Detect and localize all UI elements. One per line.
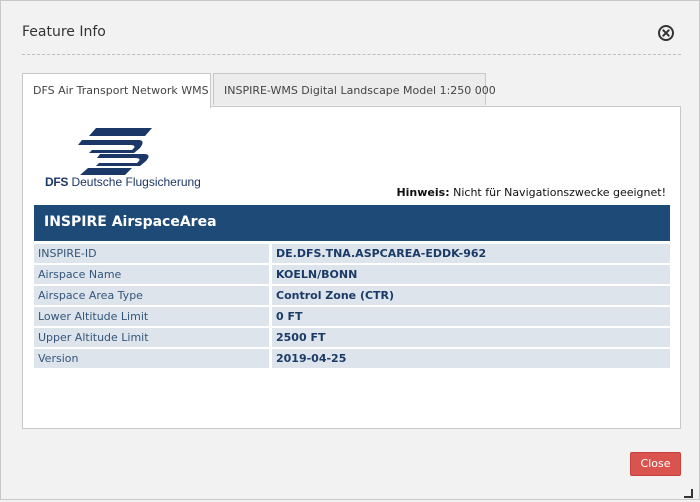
table-row: Upper Altitude Limit 2500 FT: [34, 328, 670, 347]
attribute-value: DE.DFS.TNA.ASPCAREA-EDDK-962: [272, 244, 670, 263]
attribute-value: Control Zone (CTR): [272, 286, 670, 305]
close-circle-icon[interactable]: [658, 25, 674, 41]
attribute-key: Upper Altitude Limit: [34, 328, 272, 347]
attribute-key: INSPIRE-ID: [34, 244, 272, 263]
tab-inspire-landscape-model[interactable]: INSPIRE-WMS Digital Landscape Model 1:25…: [213, 73, 496, 105]
tab-dfs-air-transport[interactable]: DFS Air Transport Network WMS: [22, 73, 211, 108]
attribute-value: 2500 FT: [272, 328, 670, 347]
attribute-value: 0 FT: [272, 307, 670, 326]
feature-info-dialog: Feature Info DFS Air Transport Network W…: [0, 0, 700, 500]
header-divider: [22, 54, 681, 55]
navigation-hint: Hinweis: Nicht für Navigationszwecke gee…: [396, 186, 666, 199]
table-row: Airspace Area Type Control Zone (CTR): [34, 286, 670, 305]
hint-text: Nicht für Navigationszwecke geeignet!: [453, 186, 666, 199]
dfs-logo: DFS Deutsche Flugsicherung: [34, 120, 201, 197]
tab-panel: DFS Deutsche Flugsicherung Hinweis: Nich…: [22, 106, 681, 429]
close-button[interactable]: Close: [630, 452, 681, 476]
attribute-table: INSPIRE-ID DE.DFS.TNA.ASPCAREA-EDDK-962 …: [34, 242, 670, 370]
table-row: Airspace Name KOELN/BONN: [34, 265, 670, 284]
dfs-logo-text: DFS Deutsche Flugsicherung: [45, 175, 201, 189]
dialog-title: Feature Info: [22, 24, 106, 40]
attribute-value: KOELN/BONN: [272, 265, 670, 284]
attribute-key: Airspace Area Type: [34, 286, 272, 305]
hint-label: Hinweis:: [396, 186, 450, 199]
attribute-key: Airspace Name: [34, 265, 272, 284]
attribute-key: Version: [34, 349, 272, 368]
resize-handle-icon[interactable]: [683, 483, 693, 498]
table-row: Lower Altitude Limit 0 FT: [34, 307, 670, 326]
attribute-key: Lower Altitude Limit: [34, 307, 272, 326]
table-row: INSPIRE-ID DE.DFS.TNA.ASPCAREA-EDDK-962: [34, 244, 670, 263]
attribute-value: 2019-04-25: [272, 349, 670, 368]
feature-title: INSPIRE AirspaceArea: [34, 205, 670, 241]
table-row: Version 2019-04-25: [34, 349, 670, 368]
